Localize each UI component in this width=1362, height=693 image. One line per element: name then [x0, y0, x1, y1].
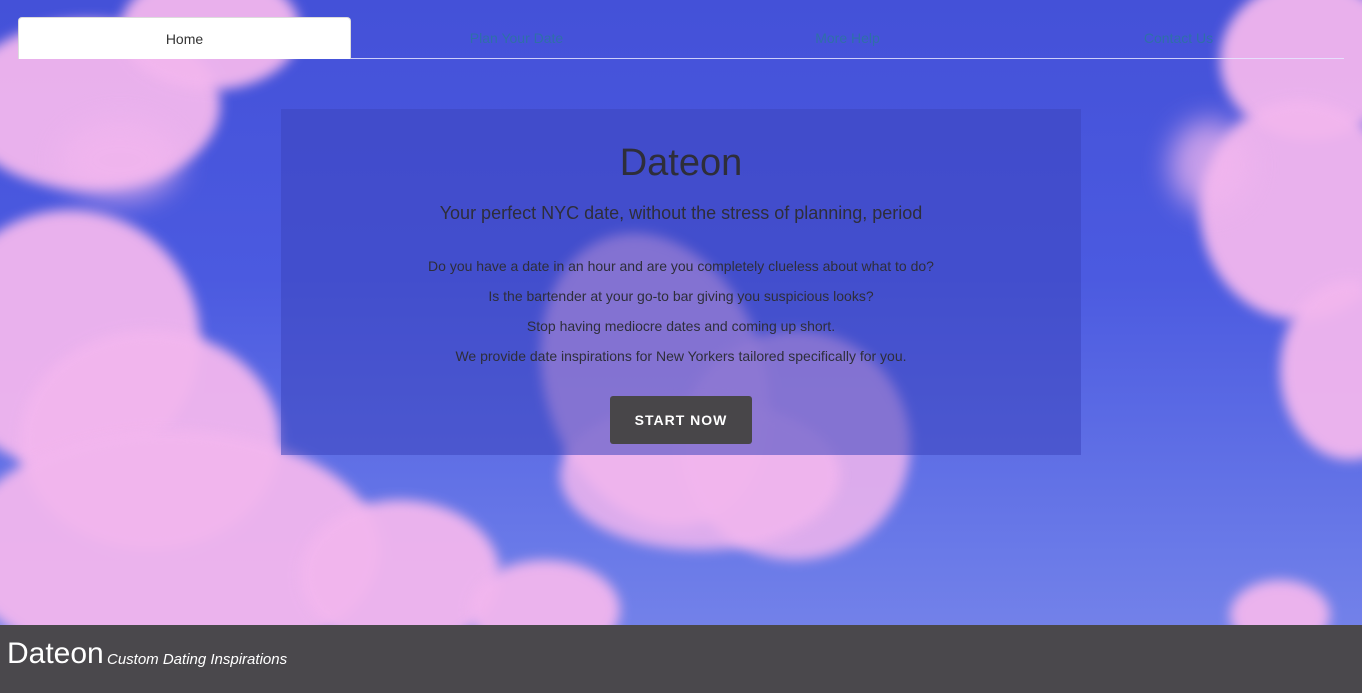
hero-line: We provide date inspirations for New Yor… — [455, 348, 907, 364]
hero-subtitle: Your perfect NYC date, without the stres… — [439, 203, 923, 223]
tab-contact-us[interactable]: Contact Us — [1013, 17, 1344, 59]
hero-description: Do you have a date in an hour and are yo… — [281, 251, 1081, 371]
footer-brand: Dateon — [7, 637, 104, 670]
footer: Dateon Custom Dating Inspirations — [0, 625, 1362, 693]
hero-title: Dateon — [619, 142, 743, 184]
tab-plan-your-date[interactable]: Plan Your Date — [351, 17, 682, 59]
start-now-button[interactable]: START NOW — [610, 396, 752, 444]
top-nav: Home Plan Your Date More Help Contact Us — [18, 17, 1344, 59]
tab-more-help[interactable]: More Help — [682, 17, 1013, 59]
tab-home[interactable]: Home — [18, 17, 351, 59]
hero-line: Is the bartender at your go-to bar givin… — [488, 288, 874, 304]
hero-line: Stop having mediocre dates and coming up… — [526, 318, 836, 334]
footer-tagline: Custom Dating Inspirations — [107, 651, 288, 668]
hero-panel: Dateon Your perfect NYC date, without th… — [281, 109, 1081, 455]
hero-line: Do you have a date in an hour and are yo… — [428, 258, 934, 274]
